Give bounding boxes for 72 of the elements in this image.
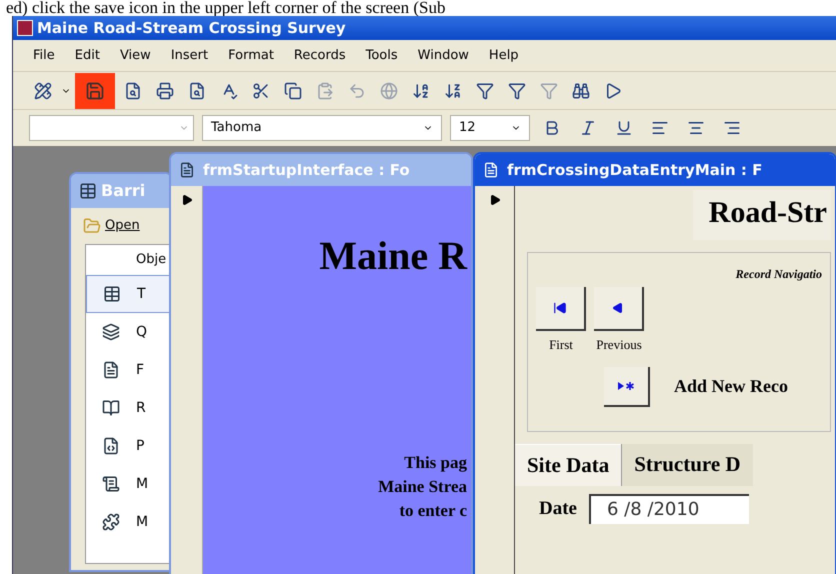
object-item[interactable]: M [86,503,170,541]
sort-ascending-icon[interactable] [412,82,430,100]
menu-item[interactable]: Edit [74,46,100,66]
copy-icon[interactable] [284,82,302,100]
window-title: Maine Road-Stream Crossing Survey [37,18,346,39]
new-record-button[interactable] [604,366,650,406]
previous-record-button[interactable] [594,287,644,331]
form-icon [179,162,195,178]
open-button[interactable]: Open [105,216,140,236]
form-heading: Road-Str [692,190,831,240]
form-tab[interactable]: Structure D [621,444,753,486]
window-title: frmStartupInterface : Fo [203,160,410,181]
page-icon [102,437,120,455]
align-left-icon[interactable] [651,119,669,137]
add-new-record-label: Add New Reco [674,375,788,398]
filter-icon[interactable] [476,82,494,100]
table-icon [103,285,121,303]
date-label: Date [539,496,577,521]
form-text-line: This pag [404,452,467,474]
button-caption: Previous [596,336,642,354]
underline-icon[interactable] [615,119,633,137]
first-record-button[interactable] [536,287,586,331]
record-selector-icon [488,194,500,206]
record-selector-icon [180,194,192,206]
window-title: frmCrossingDataEntryMain : F [507,160,762,181]
button-caption: First [549,336,573,354]
find-icon[interactable] [572,82,590,100]
app-icon [17,20,33,36]
new-record-icon [617,380,635,390]
menu-item[interactable]: Insert [170,46,208,66]
menu-item[interactable]: Window [418,46,469,66]
object-item[interactable]: R [86,389,170,427]
form-icon [102,361,120,379]
menu-item[interactable]: File [33,46,55,66]
menu-item[interactable]: Format [228,46,274,66]
menu-item[interactable]: View [120,46,151,66]
sort-descending-icon[interactable] [444,82,462,100]
search-file-icon[interactable] [124,82,142,100]
form-heading: Maine R [319,236,467,276]
cut-icon[interactable] [252,82,270,100]
menu-item[interactable]: Records [294,46,346,66]
align-center-icon[interactable] [687,119,705,137]
print-preview-icon[interactable] [188,82,206,100]
next-icon[interactable] [604,82,622,100]
filter-form-icon[interactable] [508,82,526,100]
font-size-dropdown[interactable]: 12 [450,115,530,141]
form-text-line: to enter c [399,500,467,522]
object-item[interactable]: T [86,275,170,313]
navigation-title: Record Navigatio [736,266,822,283]
italic-icon[interactable] [579,119,597,137]
window-title: Barri [101,180,146,202]
object-item[interactable]: F [86,351,170,389]
menu-item[interactable]: Help [488,46,519,66]
form-tab[interactable]: Site Data [515,444,622,486]
print-icon[interactable] [156,82,174,100]
form-text-line: Maine Strea [378,476,467,498]
form-icon [483,162,499,178]
document-text: ed) click the save icon in the upper left corner of the screen (Sub [5,0,446,16]
date-field[interactable]: 6 /8 /2010 [588,494,749,524]
objects-header: Obje [135,251,168,270]
save-button[interactable] [75,72,115,108]
first-record-icon [553,301,567,315]
align-right-icon[interactable] [723,119,741,137]
database-icon [79,182,97,200]
previous-record-icon [612,302,624,314]
object-item[interactable]: P [86,427,170,465]
open-icon [83,217,101,235]
menu-item[interactable]: Tools [366,46,398,66]
object-item[interactable]: Q [86,313,170,351]
font-dropdown[interactable]: Tahoma [202,115,442,141]
object-item[interactable]: M [86,465,170,503]
save-icon [85,80,105,100]
